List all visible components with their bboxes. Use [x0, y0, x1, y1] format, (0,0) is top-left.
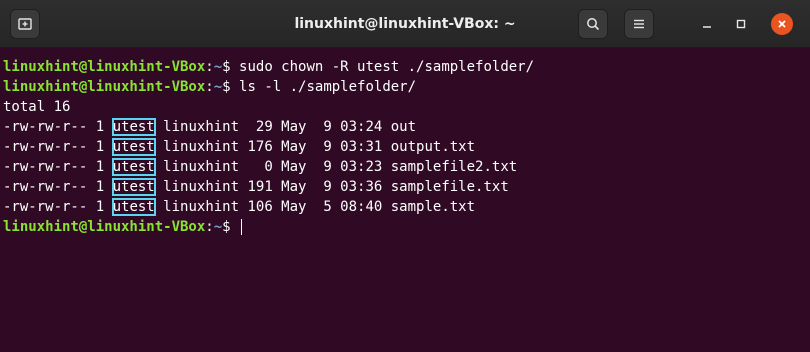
prompt-colon: : — [205, 59, 214, 75]
new-tab-button[interactable] — [10, 9, 40, 39]
window-title: linuxhint@linuxhint-VBox: ~ — [294, 16, 516, 32]
prompt-user-host: linuxhint@linuxhint-VBox — [3, 59, 206, 75]
file-links: 1 — [87, 179, 113, 195]
file-owner-highlighted: utest — [111, 138, 156, 156]
prompt-user-host: linuxhint@linuxhint-VBox — [3, 79, 206, 95]
file-details: linuxhint 176 May 9 03:31 output.txt — [154, 139, 476, 155]
minimize-icon — [703, 26, 711, 28]
file-details: linuxhint 106 May 5 08:40 sample.txt — [154, 199, 476, 215]
prompt-path: ~ — [213, 59, 223, 75]
prompt-symbol: $ — [222, 219, 240, 235]
maximize-icon — [736, 19, 746, 29]
prompt-path: ~ — [213, 79, 223, 95]
file-permissions: -rw-rw-r-- — [3, 179, 88, 195]
file-permissions: -rw-rw-r-- — [3, 119, 88, 135]
prompt-line: linuxhint@linuxhint-VBox:~$ sudo chown -… — [3, 57, 810, 77]
text-cursor — [241, 219, 243, 235]
file-details: linuxhint 191 May 9 03:36 samplefile.txt — [154, 179, 509, 195]
file-owner-highlighted: utest — [111, 118, 156, 136]
output-total: total 16 — [3, 99, 71, 115]
command-text: ls -l ./samplefolder/ — [239, 79, 417, 95]
prompt-user-host: linuxhint@linuxhint-VBox — [3, 219, 206, 235]
prompt-colon: : — [205, 79, 214, 95]
file-links: 1 — [87, 159, 113, 175]
minimize-button[interactable] — [696, 13, 718, 35]
listing-row: -rw-rw-r-- 1 utest linuxhint 29 May 9 03… — [3, 117, 810, 137]
file-details: linuxhint 29 May 9 03:24 out — [154, 119, 417, 135]
command-text: sudo chown -R utest ./samplefolder/ — [239, 59, 535, 75]
file-owner-highlighted: utest — [111, 178, 156, 196]
listing-row: -rw-rw-r-- 1 utest linuxhint 176 May 9 0… — [3, 137, 810, 157]
listing-row: -rw-rw-r-- 1 utest linuxhint 191 May 9 0… — [3, 177, 810, 197]
new-tab-icon — [18, 18, 32, 30]
prompt-symbol: $ — [222, 79, 240, 95]
file-permissions: -rw-rw-r-- — [3, 159, 88, 175]
menu-button[interactable] — [624, 9, 654, 39]
active-prompt-line[interactable]: linuxhint@linuxhint-VBox:~$ — [3, 217, 810, 237]
close-icon — [778, 20, 786, 28]
scrollbar[interactable] — [802, 48, 810, 352]
terminal-window: linuxhint@linuxhint-VBox: ~ linuxhint@li… — [0, 0, 810, 352]
file-links: 1 — [87, 199, 113, 215]
listing-row: -rw-rw-r-- 1 utest linuxhint 106 May 5 0… — [3, 197, 810, 217]
file-permissions: -rw-rw-r-- — [3, 199, 88, 215]
prompt-path: ~ — [213, 219, 223, 235]
close-button[interactable] — [771, 13, 793, 35]
prompt-symbol: $ — [222, 59, 240, 75]
terminal-output[interactable]: linuxhint@linuxhint-VBox:~$ sudo chown -… — [0, 48, 810, 352]
hamburger-menu-icon — [634, 19, 644, 29]
prompt-colon: : — [205, 219, 214, 235]
listing-row: -rw-rw-r-- 1 utest linuxhint 0 May 9 03:… — [3, 157, 810, 177]
file-details: linuxhint 0 May 9 03:23 samplefile2.txt — [154, 159, 518, 175]
search-button[interactable] — [578, 9, 608, 39]
prompt-line: linuxhint@linuxhint-VBox:~$ ls -l ./samp… — [3, 77, 810, 97]
file-links: 1 — [87, 139, 113, 155]
file-owner-highlighted: utest — [111, 198, 156, 216]
title-bar[interactable]: linuxhint@linuxhint-VBox: ~ — [0, 0, 810, 48]
file-owner-highlighted: utest — [111, 158, 156, 176]
file-permissions: -rw-rw-r-- — [3, 139, 88, 155]
file-links: 1 — [87, 119, 113, 135]
search-icon — [587, 18, 600, 31]
maximize-button[interactable] — [730, 13, 752, 35]
